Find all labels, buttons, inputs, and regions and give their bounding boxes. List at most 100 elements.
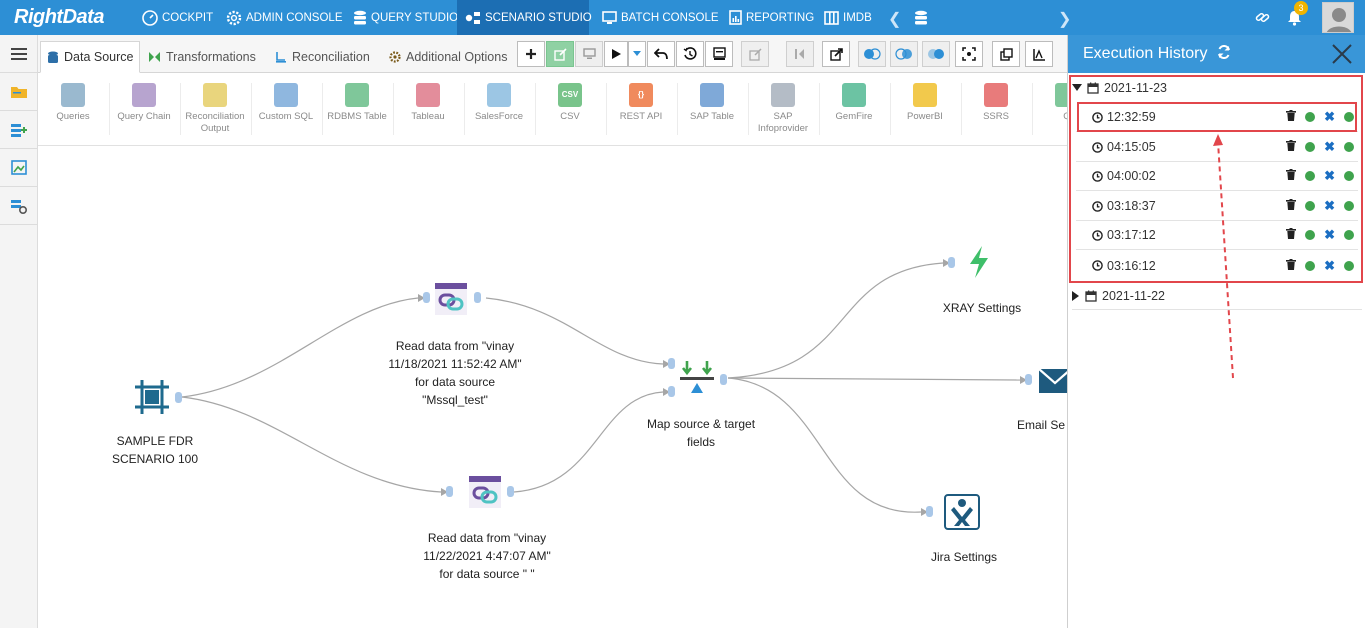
palette-item-csv[interactable]: CSV CSV: [535, 83, 605, 123]
input-port[interactable]: [446, 486, 453, 497]
scenario-canvas[interactable]: SAMPLE FDR SCENARIO 100 Read data from "…: [38, 146, 1067, 628]
trash-icon[interactable]: [1286, 199, 1297, 213]
nav-item-cockpit[interactable]: COCKPIT: [136, 0, 219, 35]
cancel-x-icon[interactable]: ✖: [1324, 228, 1335, 241]
nav-item-batch-console[interactable]: BATCH CONSOLE: [596, 0, 725, 35]
jira-settings-node[interactable]: [944, 494, 980, 530]
date-group-toggle[interactable]: 2021-11-23: [1072, 74, 1362, 102]
rail-folder-button[interactable]: [0, 73, 38, 111]
output-port[interactable]: [474, 292, 481, 303]
palette-item-salesforce[interactable]: SalesForce: [464, 83, 534, 123]
palette-item-rest-api[interactable]: {} REST API: [606, 83, 676, 123]
add-button[interactable]: [517, 41, 545, 67]
edit-icon: [553, 47, 567, 61]
join-left-button[interactable]: [858, 41, 886, 67]
nav-item-database-stack[interactable]: [908, 0, 934, 35]
collapse-panel-button[interactable]: [786, 41, 814, 67]
trash-icon[interactable]: [1286, 228, 1297, 242]
nav-item-admin-console[interactable]: ADMIN CONSOLE: [220, 0, 349, 35]
refresh-button[interactable]: [1217, 44, 1231, 64]
xray-settings-node[interactable]: [966, 245, 992, 279]
trash-icon[interactable]: [1286, 258, 1297, 273]
email-settings-node[interactable]: [1038, 368, 1067, 394]
palette-item-tableau[interactable]: Tableau: [393, 83, 463, 123]
nav-scroll-left-icon[interactable]: ❮: [888, 9, 901, 29]
close-panel-button[interactable]: [1331, 43, 1353, 65]
join-inner-button[interactable]: [890, 41, 918, 67]
reconcile-icon: [276, 52, 286, 63]
nav-scroll-right-icon[interactable]: ❯: [1058, 9, 1071, 29]
palette-item-reconciliation-output[interactable]: Reconciliation Output: [180, 83, 250, 135]
palette-item-query-chain[interactable]: Query Chain: [109, 83, 179, 123]
nav-item-scenario-studio[interactable]: SCENARIO STUDIO: [457, 0, 592, 35]
reconciliation-output-icon: [203, 83, 227, 107]
palette-item-rdbms-table[interactable]: RDBMS Table: [322, 83, 392, 123]
expand-button[interactable]: [822, 41, 850, 67]
palette-item-q[interactable]: Q: [1032, 83, 1067, 123]
input-port[interactable]: [423, 292, 430, 303]
edit-disabled-button[interactable]: [741, 41, 769, 67]
nav-item-query-studio[interactable]: QUERY STUDIO: [347, 0, 464, 35]
join-right-button[interactable]: [922, 41, 950, 67]
nav-item-reporting[interactable]: REPORTING: [723, 0, 820, 35]
calendar-icon: [1085, 290, 1097, 302]
monitor-button[interactable]: [575, 41, 603, 67]
tab-transformations[interactable]: Transformations: [142, 41, 262, 73]
link-button[interactable]: [1255, 0, 1270, 35]
jira-node-label: Jira Settings: [930, 550, 998, 564]
clock-icon: [1092, 170, 1103, 182]
trash-icon[interactable]: [1286, 110, 1297, 124]
run-button[interactable]: [604, 41, 628, 67]
palette-item-sap-infoprovider[interactable]: SAP Infoprovider: [748, 83, 818, 135]
undo-button[interactable]: [647, 41, 675, 67]
output-port[interactable]: [175, 392, 182, 403]
cancel-x-icon[interactable]: ✖: [1324, 259, 1335, 272]
tab-reconciliation[interactable]: Reconciliation: [269, 41, 376, 73]
run-options-dropdown[interactable]: [628, 41, 646, 67]
tab-additional-options[interactable]: Additional Options: [383, 41, 513, 73]
palette-item-ssrs[interactable]: SSRS: [961, 83, 1031, 123]
cancel-x-icon[interactable]: ✖: [1324, 110, 1335, 123]
history-button[interactable]: [676, 41, 704, 67]
trash-icon[interactable]: [1286, 169, 1297, 183]
folder-icon: [11, 86, 27, 98]
nav-item-imdb[interactable]: IMDB: [818, 0, 878, 35]
tab-data-source[interactable]: Data Source: [40, 41, 141, 73]
cancel-x-icon[interactable]: ✖: [1324, 140, 1335, 153]
copy-button[interactable]: [992, 41, 1020, 67]
execution-run-row[interactable]: 12:32:59 ✖: [1076, 103, 1358, 132]
palette-item-gemfire[interactable]: GemFire: [819, 83, 889, 123]
input-port[interactable]: [926, 506, 933, 517]
external-link-icon: [829, 47, 843, 61]
user-avatar[interactable]: [1322, 2, 1354, 33]
palette-item-custom-sql[interactable]: Custom SQL: [251, 83, 321, 123]
input-port[interactable]: [948, 257, 955, 268]
rail-add-scenario-button[interactable]: [0, 111, 38, 149]
trash-icon[interactable]: [1286, 140, 1297, 154]
menu-toggle-button[interactable]: [0, 35, 38, 73]
fit-screen-button[interactable]: [955, 41, 983, 67]
output-port[interactable]: [507, 486, 514, 497]
read-data-node-1[interactable]: [434, 282, 468, 316]
input-port[interactable]: [1025, 374, 1032, 385]
script-button[interactable]: [705, 41, 733, 67]
rail-image-button[interactable]: [0, 149, 38, 187]
palette-label: REST API: [619, 111, 663, 122]
read-data-node-2[interactable]: [468, 475, 502, 509]
edit-button[interactable]: [546, 41, 574, 67]
chart-button[interactable]: [1025, 41, 1053, 67]
cancel-x-icon[interactable]: ✖: [1324, 169, 1335, 182]
cancel-x-icon[interactable]: ✖: [1324, 199, 1335, 212]
scenario-start-node[interactable]: [134, 379, 170, 415]
map-source-target-node[interactable]: [679, 360, 715, 396]
palette-item-sap-table[interactable]: SAP Table: [677, 83, 747, 123]
status-dot: [1305, 112, 1316, 122]
rail-settings-button[interactable]: [0, 187, 38, 225]
input-port[interactable]: [668, 386, 675, 397]
brand-logo[interactable]: RightData: [14, 6, 104, 29]
output-port[interactable]: [720, 374, 727, 385]
tab-label: Data Source: [64, 50, 134, 64]
palette-item-queries[interactable]: Queries: [38, 83, 108, 123]
input-port[interactable]: [668, 358, 675, 369]
palette-item-powerbi[interactable]: PowerBI: [890, 83, 960, 123]
